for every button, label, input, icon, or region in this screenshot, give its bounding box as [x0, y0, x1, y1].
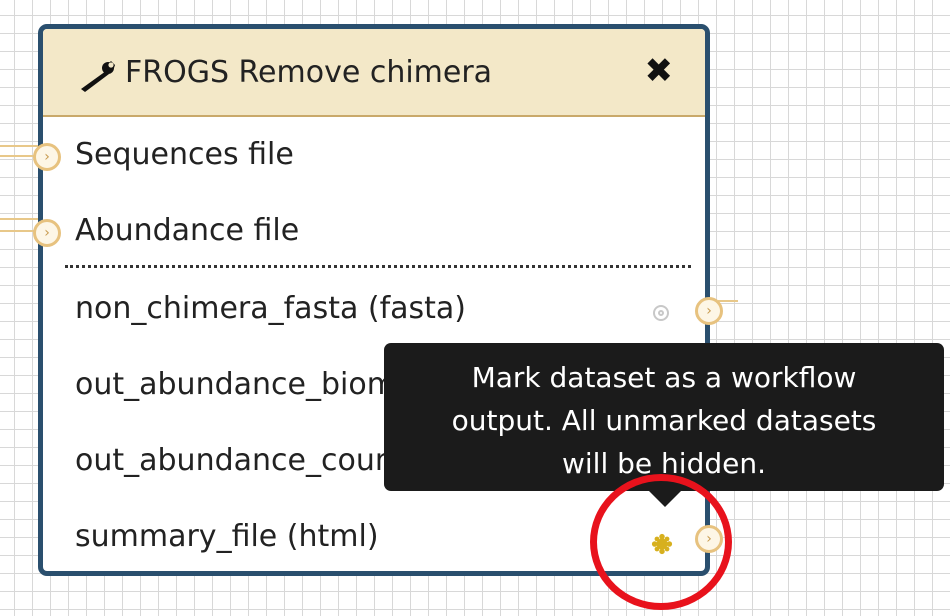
- input-label-abundance: Abundance file: [75, 213, 300, 248]
- annotation-circle: [590, 474, 732, 610]
- input-wire-sequences: [0, 145, 38, 147]
- output-label-summary: summary_file (html): [75, 519, 379, 554]
- input-terminal-sequences[interactable]: ›: [33, 143, 61, 171]
- output-label-fasta: non_chimera_fasta (fasta): [75, 291, 467, 326]
- input-label-sequences: Sequences file: [75, 137, 294, 172]
- tooltip: Mark dataset as a workflow output. All u…: [384, 343, 944, 491]
- close-icon[interactable]: ✖: [645, 51, 674, 91]
- input-terminal-abundance[interactable]: ›: [33, 219, 61, 247]
- output-wire-fasta: [718, 300, 738, 302]
- tooltip-line-2: output. All unmarked datasets: [451, 404, 877, 437]
- node-title: FROGS Remove chimera: [125, 55, 493, 90]
- output-terminal-fasta[interactable]: ›: [695, 297, 723, 325]
- wrench-icon: [81, 61, 115, 92]
- workflow-node[interactable]: FROGS Remove chimera ✖ › Sequences file …: [33, 24, 723, 576]
- node-header[interactable]: FROGS Remove chimera ✖: [43, 29, 705, 117]
- input-wire-abundance: [0, 218, 38, 220]
- inputs-outputs-divider: [65, 265, 691, 268]
- workflow-output-toggle-icon[interactable]: [649, 301, 673, 325]
- tooltip-line-1: Mark dataset as a workflow: [471, 361, 857, 394]
